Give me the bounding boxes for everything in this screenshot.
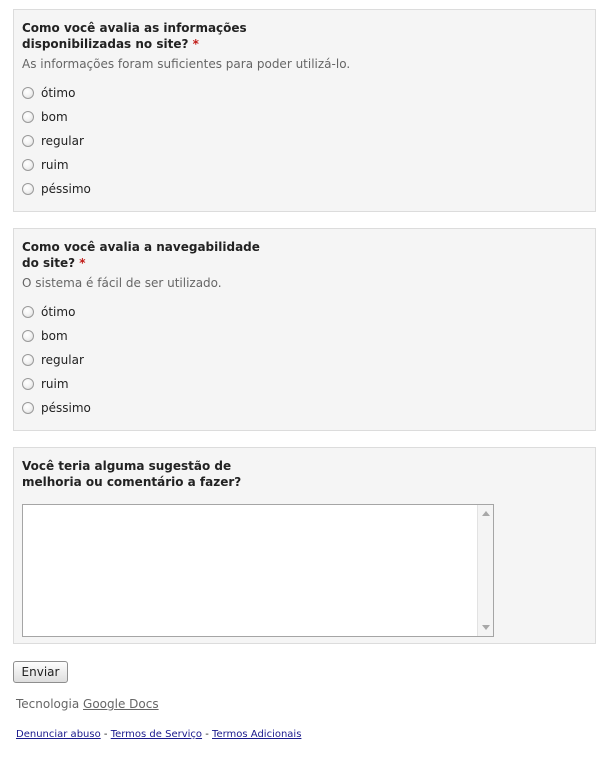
- footer-separator: -: [205, 729, 209, 740]
- radio-button[interactable]: [22, 354, 34, 366]
- google-docs-link[interactable]: Google Docs: [83, 697, 159, 711]
- scroll-down-arrow-icon[interactable]: [482, 625, 490, 630]
- option-label: péssimo: [41, 401, 91, 415]
- submit-button[interactable]: Enviar: [13, 661, 68, 683]
- radio-button[interactable]: [22, 402, 34, 414]
- option-label: regular: [41, 353, 84, 367]
- powered-by: Tecnologia Google Docs: [16, 697, 159, 711]
- radio-button[interactable]: [22, 87, 34, 99]
- question-title-text: Como você avalia as informações disponib…: [22, 21, 247, 51]
- question-help-text: As informações foram suficientes para po…: [22, 57, 351, 71]
- question-help-text: O sistema é fácil de ser utilizado.: [22, 276, 222, 290]
- option-label: regular: [41, 134, 84, 148]
- question-title: Como você avalia as informações disponib…: [22, 20, 262, 52]
- option-regular[interactable]: regular: [22, 352, 84, 368]
- option-ruim[interactable]: ruim: [22, 376, 69, 392]
- question-navigability: Como você avalia a navegabilidade do sit…: [13, 228, 596, 431]
- option-label: bom: [41, 110, 68, 124]
- required-marker: *: [79, 256, 86, 270]
- suggestion-textarea[interactable]: [22, 504, 494, 637]
- radio-button[interactable]: [22, 183, 34, 195]
- option-pessimo[interactable]: péssimo: [22, 400, 91, 416]
- question-title: Você teria alguma sugestão de melhoria o…: [22, 459, 242, 489]
- additional-terms-link[interactable]: Termos Adicionais: [212, 729, 301, 740]
- option-label: ótimo: [41, 305, 76, 319]
- radio-button[interactable]: [22, 159, 34, 171]
- footer-separator: -: [103, 729, 108, 740]
- footer-links: Denunciar abuso - Termos de Serviço - Te…: [16, 729, 301, 740]
- question-information: Como você avalia as informações disponib…: [13, 9, 596, 212]
- scroll-up-arrow-icon[interactable]: [482, 511, 490, 516]
- option-label: ruim: [41, 377, 69, 391]
- option-ruim[interactable]: ruim: [22, 157, 69, 173]
- option-label: ótimo: [41, 86, 76, 100]
- terms-of-service-link[interactable]: Termos de Serviço: [111, 729, 202, 740]
- radio-button[interactable]: [22, 378, 34, 390]
- option-otimo[interactable]: ótimo: [22, 304, 75, 320]
- radio-button[interactable]: [22, 330, 34, 342]
- option-otimo[interactable]: ótimo: [22, 85, 75, 101]
- required-marker: *: [192, 37, 199, 51]
- powered-by-prefix: Tecnologia: [16, 697, 80, 711]
- form-page: Como você avalia as informações disponib…: [0, 0, 611, 757]
- option-label: ruim: [41, 158, 69, 172]
- option-bom[interactable]: bom: [22, 109, 68, 125]
- option-label: bom: [41, 329, 68, 343]
- question-title: Como você avalia a navegabilidade do sit…: [22, 239, 262, 271]
- option-bom[interactable]: bom: [22, 328, 68, 344]
- radio-button[interactable]: [22, 111, 34, 123]
- option-label: péssimo: [41, 182, 91, 196]
- textarea-scrollbar[interactable]: [477, 505, 493, 636]
- radio-button[interactable]: [22, 306, 34, 318]
- option-regular[interactable]: regular: [22, 133, 84, 149]
- option-pessimo[interactable]: péssimo: [22, 181, 91, 197]
- question-suggestion: Você teria alguma sugestão de melhoria o…: [13, 447, 596, 644]
- report-abuse-link[interactable]: Denunciar abuso: [16, 729, 101, 740]
- question-title-text: Como você avalia a navegabilidade do sit…: [22, 240, 260, 270]
- radio-button[interactable]: [22, 135, 34, 147]
